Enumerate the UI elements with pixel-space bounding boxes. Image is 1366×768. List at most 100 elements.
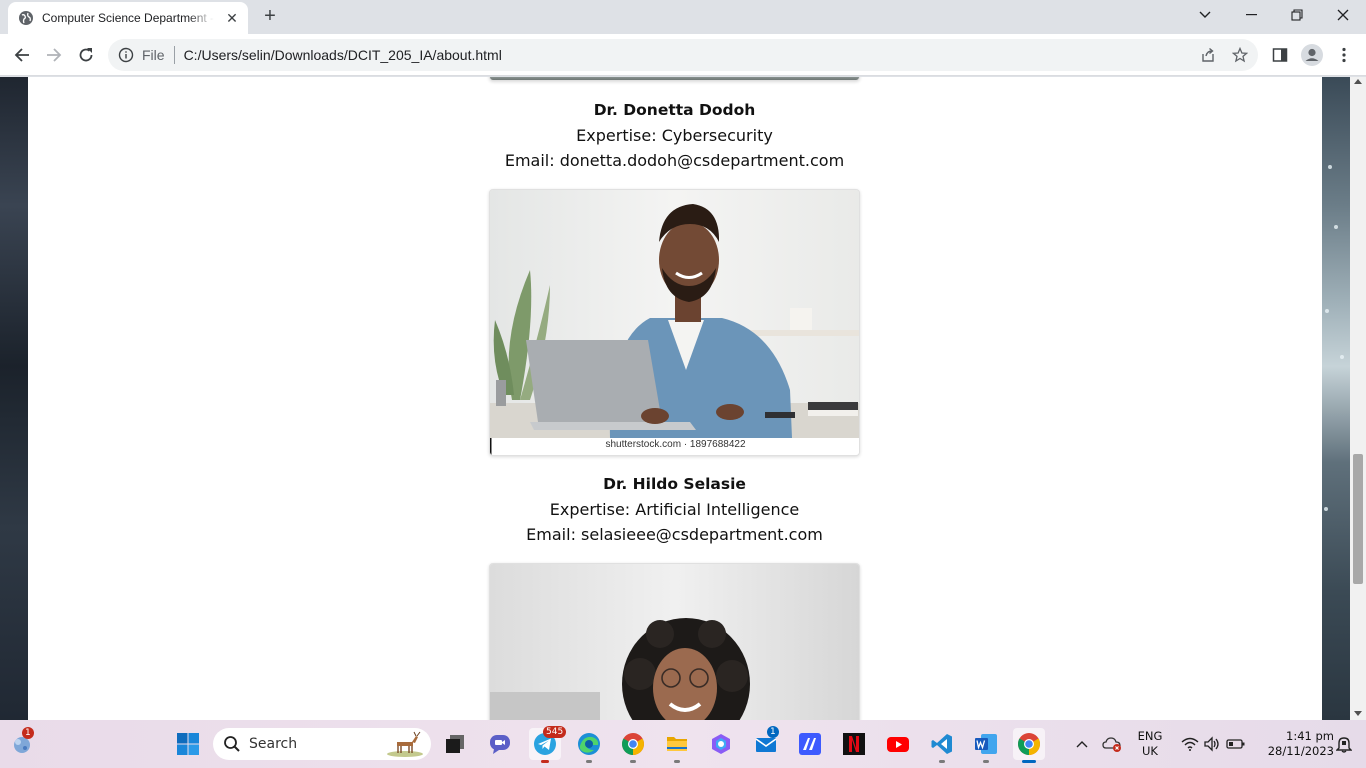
vscode-app[interactable] [926, 728, 958, 763]
page-scrollbar[interactable] [1350, 77, 1366, 720]
address-separator [173, 46, 175, 64]
staff-expertise: Expertise: Artificial Intelligence [549, 500, 800, 519]
netflix-app[interactable] [838, 728, 870, 760]
mail-badge: 1 [767, 726, 779, 738]
telegram-app[interactable]: 545 [529, 726, 567, 763]
language-code: ENG [1137, 729, 1163, 743]
chrome-icon [622, 733, 644, 755]
widgets-button[interactable]: 1 [6, 727, 38, 760]
edge-icon [578, 733, 600, 755]
word-app[interactable] [970, 728, 1002, 763]
youtube-icon [887, 737, 909, 752]
address-bar[interactable]: File [108, 39, 1258, 71]
side-panel-icon[interactable] [1266, 41, 1294, 69]
start-button[interactable] [172, 728, 204, 760]
browser-tab[interactable]: Computer Science Department - ✕ [8, 2, 248, 34]
scroll-up-arrow-icon[interactable] [1354, 79, 1362, 84]
clock-time: 1:41 pm [1286, 729, 1334, 743]
photo-watermark: shutterstock.com · 1897688422 [605, 439, 746, 450]
running-indicator [630, 760, 636, 763]
vscode-icon [931, 734, 952, 754]
staff-email: Email: selasieee@csdepartment.com [526, 525, 823, 544]
language-indicator[interactable]: ENG UK [1133, 729, 1167, 759]
word-icon [975, 734, 997, 754]
page-viewport: Dr. Donetta Dodoh Expertise: Cybersecuri… [0, 77, 1366, 720]
close-window-button[interactable] [1320, 0, 1366, 30]
chevron-up-icon [1076, 741, 1088, 748]
page-background-left [0, 77, 28, 720]
close-tab-icon[interactable]: ✕ [224, 10, 240, 26]
copilot-app[interactable] [705, 728, 737, 760]
running-indicator [541, 760, 549, 763]
search-icon [224, 736, 240, 752]
search-highlight-deer-icon [387, 731, 423, 757]
staff-name: Dr. Hildo Selasie [603, 475, 746, 493]
language-region: UK [1142, 744, 1158, 758]
chat-icon [490, 735, 510, 754]
active-indicator [1022, 760, 1036, 763]
speaker-icon [1204, 736, 1219, 752]
taskbar-search[interactable]: Search [213, 728, 431, 760]
staff-card-donetta: Dr. Donetta Dodoh Expertise: Cybersecuri… [489, 98, 860, 173]
search-label: Search [249, 736, 298, 752]
browser-toolbar: File [0, 34, 1366, 76]
scheme-label: File [142, 47, 165, 63]
running-indicator [586, 760, 592, 763]
restore-window-button[interactable] [1274, 0, 1320, 30]
reload-icon [79, 48, 93, 62]
bookmark-star-icon[interactable] [1227, 42, 1253, 68]
file-explorer-app[interactable] [661, 728, 693, 763]
staff-card-next [489, 563, 860, 720]
forward-arrow-icon [47, 48, 62, 62]
tab-search-chevron-icon[interactable] [1182, 0, 1228, 30]
tab-strip: Computer Science Department - ✕ + [0, 0, 1366, 34]
clock[interactable]: 1:41 pm 28/11/2023 [1254, 729, 1334, 759]
scroll-down-arrow-icon[interactable] [1354, 711, 1362, 716]
cloud-error-icon [1102, 737, 1121, 752]
info-icon[interactable] [118, 47, 134, 63]
task-view-icon [446, 735, 464, 753]
youtube-app[interactable] [882, 728, 914, 760]
netflix-icon [843, 733, 865, 755]
page-background-right [1322, 77, 1350, 720]
chrome-icon [1018, 733, 1040, 755]
teams-chat-button[interactable] [484, 728, 516, 760]
staff-caption: Dr. Hildo Selasie Expertise: Artificial … [489, 472, 860, 547]
back-button[interactable] [8, 41, 36, 69]
share-icon[interactable] [1195, 42, 1221, 68]
blue-app-icon [799, 733, 821, 755]
battery-icon [1226, 739, 1245, 749]
windows-taskbar: 1 Search 545 1 ENG UK 1:41 pm 28/11/2023 [0, 720, 1366, 768]
chrome-active-app[interactable] [1013, 728, 1045, 763]
onedrive-tray-button[interactable] [1096, 728, 1128, 760]
about-page-content: Dr. Donetta Dodoh Expertise: Cybersecuri… [28, 77, 1322, 720]
clock-date: 28/11/2023 [1267, 744, 1334, 758]
windows-logo-icon [177, 733, 199, 755]
staff-photo [489, 563, 860, 720]
scrollbar-thumb[interactable] [1353, 454, 1363, 584]
widgets-badge: 1 [22, 727, 34, 739]
notifications-button[interactable] [1328, 728, 1360, 760]
staff-name: Dr. Donetta Dodoh [593, 101, 756, 119]
url-field[interactable] [183, 47, 884, 63]
battery-tray-button[interactable] [1220, 728, 1252, 760]
profile-avatar-icon[interactable] [1298, 41, 1326, 69]
new-tab-button[interactable]: + [258, 5, 282, 29]
pinned-app-blue[interactable] [794, 728, 826, 760]
task-view-button[interactable] [439, 728, 471, 760]
show-hidden-icons-button[interactable] [1066, 728, 1098, 760]
edge-browser-app[interactable] [573, 728, 605, 763]
folder-icon [667, 737, 687, 751]
browser-menu-icon[interactable] [1330, 41, 1358, 69]
minimize-window-button[interactable] [1228, 0, 1274, 30]
staff-photo: shutterstock.com · 1897688422 [489, 189, 860, 456]
reload-button[interactable] [72, 41, 100, 69]
staff-expertise: Expertise: Cybersecurity [576, 126, 773, 145]
running-indicator [983, 760, 989, 763]
forward-button[interactable] [40, 41, 68, 69]
staff-email: Email: donetta.dodoh@csdepartment.com [504, 151, 845, 170]
chrome-app[interactable] [617, 728, 649, 763]
mail-app[interactable]: 1 [750, 726, 782, 760]
copilot-icon [712, 734, 730, 754]
staff-card-hildo: shutterstock.com · 1897688422 Dr. Hildo … [489, 189, 860, 547]
